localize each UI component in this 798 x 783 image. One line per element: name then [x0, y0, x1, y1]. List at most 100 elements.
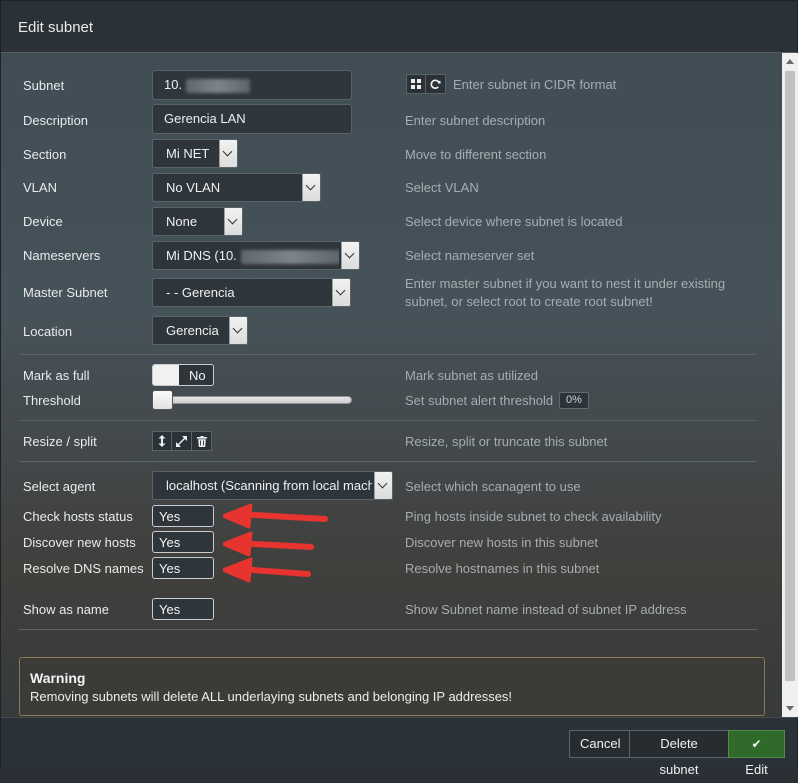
scrollbar-thumb[interactable] [785, 71, 795, 681]
description-help: Enter subnet description [405, 113, 546, 128]
discover-hosts-label: Discover new hosts [23, 535, 136, 550]
agent-label: Select agent [23, 479, 96, 494]
warning-alert: Warning Removing subnets will delete ALL… [19, 657, 765, 716]
row-subnet: Subnet 10. Enter subnet in CIDR format [1, 70, 781, 100]
chevron-down-icon [224, 208, 242, 235]
row-device: Device None Select device where subnet i… [1, 207, 781, 237]
chevron-down-icon [219, 140, 237, 167]
show-as-name-label: Show as name [23, 602, 109, 617]
device-label: Device [23, 214, 63, 229]
edit-button[interactable]: ✔ Edit [728, 730, 785, 777]
toggle-text: Yes [159, 509, 181, 524]
annotation-arrow-icon [223, 557, 311, 583]
master-subnet-help-2: subnet, or select root to create root su… [405, 294, 653, 309]
discover-hosts-toggle[interactable]: Yes [152, 531, 214, 553]
row-mark-as-full: Mark as full No Mark subnet as utilized [1, 364, 781, 394]
row-description: Description Gerencia LAN Enter subnet de… [1, 104, 781, 134]
resolve-dns-label: Resolve DNS names [23, 561, 144, 576]
subnet-help: Enter subnet in CIDR format [453, 77, 617, 92]
discover-hosts-help: Discover new hosts in this subnet [405, 535, 598, 550]
toggle-text: Yes [159, 535, 181, 550]
description-input[interactable]: Gerencia LAN [152, 104, 352, 134]
vlan-select[interactable]: No VLAN [152, 173, 321, 202]
row-vlan: VLAN No VLAN Select VLAN [1, 173, 781, 203]
agent-help: Select which scanagent to use [405, 479, 581, 494]
grid-icon[interactable] [406, 74, 426, 94]
section-select[interactable]: Mi NET [152, 139, 238, 168]
section-label: Section [23, 147, 67, 162]
chevron-down-icon [229, 317, 247, 344]
dialog-title: Edit subnet [18, 19, 94, 36]
dialog-footer: Cancel Delete subnet ✔ Edit [1, 717, 797, 777]
threshold-label: Threshold [23, 393, 81, 408]
subnet-input[interactable]: 10. [152, 70, 352, 100]
chevron-down-icon [302, 174, 320, 201]
vlan-value: No VLAN [166, 180, 221, 195]
annotation-arrow-icon [223, 503, 328, 529]
vlan-label: VLAN [23, 180, 57, 195]
resolve-dns-toggle[interactable]: Yes [152, 557, 214, 579]
location-label: Location [23, 324, 73, 339]
threshold-slider-handle[interactable] [152, 390, 173, 410]
check-icon: ✔ [751, 737, 762, 751]
row-nameservers: Nameservers Mi DNS (10. Select nameserve… [1, 241, 781, 271]
divider [19, 629, 757, 630]
expand-icon[interactable] [172, 431, 192, 451]
resize-help: Resize, split or truncate this subnet [405, 434, 608, 449]
check-hosts-toggle[interactable]: Yes [152, 505, 214, 527]
chevron-down-icon [341, 242, 359, 269]
scrollbar[interactable] [782, 53, 798, 717]
scroll-down-icon[interactable] [786, 706, 794, 711]
nameservers-label: Nameservers [23, 248, 101, 263]
mark-as-full-help: Mark subnet as utilized [405, 368, 538, 383]
show-as-name-help: Show Subnet name instead of subnet IP ad… [405, 602, 687, 617]
location-value: Gerencia [166, 323, 219, 338]
agent-select[interactable]: localhost (Scanning from local machine) [152, 471, 393, 500]
refresh-icon[interactable] [426, 74, 446, 94]
nameservers-select[interactable]: Mi DNS (10. [152, 241, 360, 270]
divider [19, 461, 757, 462]
toggle-text: Yes [159, 561, 181, 576]
location-select[interactable]: Gerencia [152, 316, 248, 345]
device-value: None [166, 214, 198, 229]
toggle-text: No [189, 368, 206, 383]
threshold-value-badge: 0% [559, 392, 589, 409]
redacted-ip [186, 78, 251, 93]
check-hosts-help: Ping hosts inside subnet to check availa… [405, 509, 662, 524]
nameservers-help: Select nameserver set [405, 248, 535, 263]
toggle-text: Yes [159, 602, 181, 617]
threshold-help: Set subnet alert threshold [405, 393, 554, 408]
nameservers-text: Mi DNS (10. [166, 248, 237, 263]
row-location: Location Gerencia [1, 316, 781, 346]
agent-value: localhost (Scanning from local machine) [166, 478, 372, 493]
mark-as-full-toggle[interactable]: No [152, 364, 214, 386]
description-label: Description [23, 113, 89, 128]
dialog-header: Edit subnet [1, 1, 797, 53]
cancel-button[interactable]: Cancel [569, 730, 630, 758]
resize-tools [152, 431, 212, 451]
subnet-tools [406, 74, 446, 94]
scroll-up-icon[interactable] [786, 59, 794, 64]
redacted-ip [240, 249, 339, 264]
device-select[interactable]: None [152, 207, 243, 236]
threshold-slider-track[interactable] [152, 396, 352, 404]
master-subnet-help-1: Enter master subnet if you want to nest … [405, 276, 726, 291]
edit-subnet-dialog: Edit subnet Subnet 10. Enter subnet in C… [0, 0, 798, 777]
master-subnet-label: Master Subnet [23, 285, 108, 300]
section-value: Mi NET [166, 146, 210, 161]
master-subnet-select[interactable]: - - Gerencia [152, 278, 351, 307]
delete-subnet-button[interactable]: Delete subnet [629, 730, 729, 777]
vlan-help: Select VLAN [405, 180, 479, 195]
mark-as-full-label: Mark as full [23, 368, 90, 383]
row-section: Section Mi NET Move to different section [1, 139, 781, 169]
toggle-knob [153, 365, 179, 385]
chevron-down-icon [332, 279, 350, 306]
chevron-down-icon [374, 472, 392, 499]
section-help: Move to different section [405, 147, 547, 162]
resize-vertical-icon[interactable] [152, 431, 172, 451]
show-as-name-toggle[interactable]: Yes [152, 598, 214, 620]
device-help: Select device where subnet is located [405, 214, 623, 229]
trash-icon[interactable] [192, 431, 212, 451]
warning-title: Warning [30, 670, 86, 686]
subnet-label: Subnet [23, 78, 65, 93]
